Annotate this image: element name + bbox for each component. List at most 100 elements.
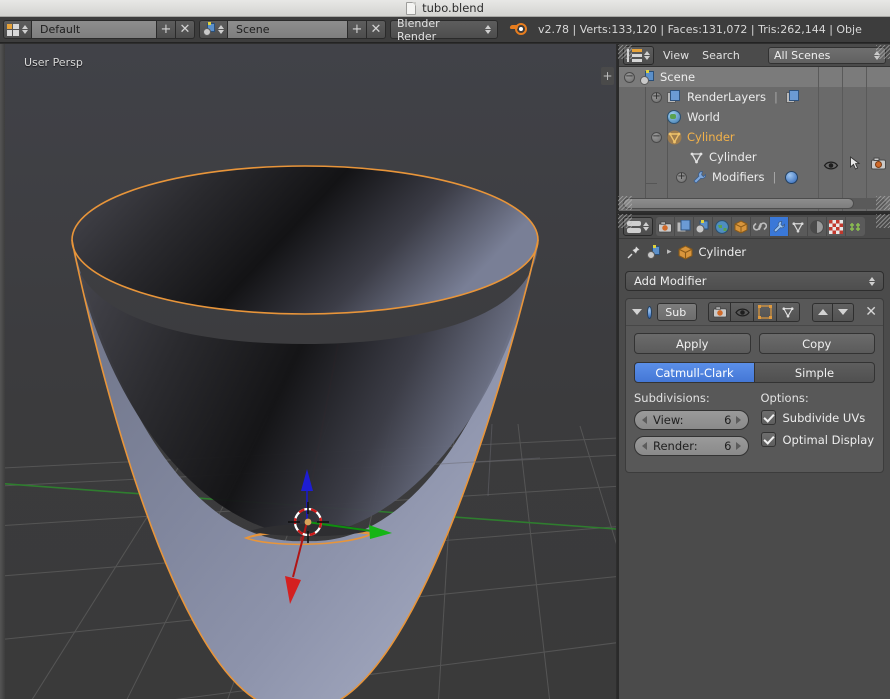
outliner-menu-search[interactable]: Search [698, 49, 744, 62]
window-title: tubo.blend [422, 1, 484, 15]
increment-arrow-icon[interactable] [735, 416, 741, 424]
outliner-label: Modifiers [712, 170, 765, 184]
screen-layout-name-field[interactable]: Default [32, 20, 157, 39]
tab-object-data[interactable] [789, 217, 808, 236]
on-cage-toggle-icon[interactable] [777, 302, 801, 322]
restrict-view-column [819, 67, 843, 211]
chevron-updown-icon [643, 222, 649, 231]
chevron-updown-icon [22, 25, 28, 34]
tab-object[interactable] [732, 217, 751, 236]
area-resize-grip[interactable] [618, 196, 632, 210]
algorithm-simple-button[interactable]: Simple [755, 362, 875, 383]
area-resize-grip[interactable] [876, 214, 890, 228]
options-column: Options: Subdivide UVs Optimal Display [760, 391, 876, 462]
eye-icon[interactable] [823, 156, 838, 175]
tab-particles[interactable] [846, 217, 865, 236]
add-layout-button[interactable]: + [157, 20, 176, 39]
area-resize-grip[interactable] [618, 45, 632, 59]
renderlayers-icon [667, 89, 682, 105]
modifier-action-buttons: Apply Copy [634, 333, 875, 354]
copy-button[interactable]: Copy [758, 333, 875, 354]
modifier-display-toggles [708, 302, 801, 322]
viewport-perspective-label: User Persp [24, 56, 83, 69]
outliner-menu-view[interactable]: View [659, 49, 693, 62]
area-resize-grip[interactable] [618, 214, 632, 228]
area-resize-grip[interactable] [876, 196, 890, 210]
tab-texture[interactable] [827, 217, 846, 236]
screen-layout-icon [7, 23, 20, 36]
properties-tab-bar [656, 217, 865, 236]
scene-name-field[interactable]: Scene [228, 20, 348, 39]
viewport-panel-toggle-button[interactable]: + [601, 67, 614, 85]
outliner-editor[interactable]: View Search All Scenes − Scene + RenderL… [617, 44, 890, 211]
decrement-arrow-icon[interactable] [642, 416, 647, 424]
status-info-text: v2.78 | Verts:133,120 | Faces:131,072 | … [538, 23, 862, 36]
tab-render-layers[interactable] [675, 217, 694, 236]
subdivide-uvs-checkbox[interactable] [760, 410, 776, 425]
pin-icon[interactable] [627, 245, 641, 259]
outliner-horizontal-scrollbar[interactable] [623, 198, 886, 209]
outliner-label: Cylinder [709, 150, 757, 164]
screen-layout-group: Default + ✕ [3, 20, 195, 39]
restrict-render-column [867, 67, 890, 211]
document-icon [406, 1, 417, 15]
increment-arrow-icon[interactable] [735, 442, 741, 450]
optimal-display-checkbox[interactable] [760, 432, 776, 447]
delete-scene-button[interactable]: ✕ [367, 20, 386, 39]
field-label: View: [653, 413, 684, 427]
scene-icon[interactable] [647, 245, 661, 259]
subdivide-uvs-row[interactable]: Subdivide UVs [760, 410, 876, 425]
renderlayer-data-icon[interactable] [785, 89, 801, 105]
delete-modifier-button[interactable]: ✕ [865, 305, 877, 319]
add-scene-button[interactable]: + [348, 20, 367, 39]
scrollbar-thumb[interactable] [623, 198, 855, 209]
outliner-restrict-columns [818, 67, 890, 211]
tab-scene[interactable] [694, 217, 713, 236]
edit-mode-toggle-icon[interactable] [754, 302, 778, 322]
tab-material[interactable] [808, 217, 827, 236]
field-label: Render: [653, 439, 698, 453]
tab-render[interactable] [656, 217, 675, 236]
triangle-down-icon[interactable] [632, 309, 642, 315]
outliner-display-mode-label: All Scenes [774, 48, 831, 62]
optimal-display-row[interactable]: Optimal Display [760, 432, 876, 447]
chevron-updown-icon [869, 276, 875, 286]
properties-editor[interactable]: ▸ Cylinder Add Modifier Sub ✕ Apply Copy… [617, 213, 890, 699]
expander-plus-icon[interactable]: + [676, 171, 687, 183]
modifier-body: Apply Copy Catmull-Clark Simple Subdivis… [626, 326, 883, 472]
delete-layout-button[interactable]: ✕ [176, 20, 195, 39]
arrow-up-icon[interactable] [812, 302, 834, 322]
arrow-down-icon[interactable] [833, 302, 855, 322]
render-toggle-icon[interactable] [708, 302, 732, 322]
viewport-toggle-icon[interactable] [731, 302, 755, 322]
modifier-header: Sub ✕ [626, 299, 883, 326]
modifier-name-field[interactable]: Sub [657, 303, 698, 321]
expander-minus-icon[interactable]: − [624, 71, 635, 83]
3d-viewport[interactable]: User Persp + [0, 44, 616, 699]
decrement-arrow-icon[interactable] [642, 442, 647, 450]
area-resize-grip[interactable] [876, 45, 890, 59]
add-modifier-label: Add Modifier [634, 274, 707, 288]
apply-button[interactable]: Apply [634, 333, 751, 354]
subsurf-icon[interactable] [784, 170, 799, 185]
tab-constraints[interactable] [751, 217, 770, 236]
scene-icon [203, 22, 216, 36]
add-modifier-dropdown[interactable]: Add Modifier [625, 271, 884, 291]
field-value: 6 [724, 439, 732, 453]
cursor-arrow-icon[interactable] [849, 155, 860, 174]
scene-group: Scene + ✕ [199, 20, 386, 39]
scene-selector-button[interactable] [199, 20, 228, 39]
expander-plus-icon[interactable]: + [651, 91, 662, 103]
screen-layout-selector-button[interactable] [3, 20, 32, 39]
camera-icon[interactable] [871, 155, 886, 174]
tab-modifiers[interactable] [770, 217, 789, 236]
breadcrumb-separator-icon: ▸ [667, 247, 672, 257]
render-engine-dropdown[interactable]: Blender Render [390, 17, 498, 43]
options-label: Options: [760, 391, 809, 405]
render-subdivisions-field[interactable]: Render: 6 [634, 436, 749, 456]
expander-minus-icon[interactable]: − [651, 131, 662, 143]
outliner-display-mode-dropdown[interactable]: All Scenes [768, 46, 886, 64]
algorithm-catmull-clark-button[interactable]: Catmull-Clark [634, 362, 755, 383]
tab-world[interactable] [713, 217, 732, 236]
view-subdivisions-field[interactable]: View: 6 [634, 410, 749, 430]
